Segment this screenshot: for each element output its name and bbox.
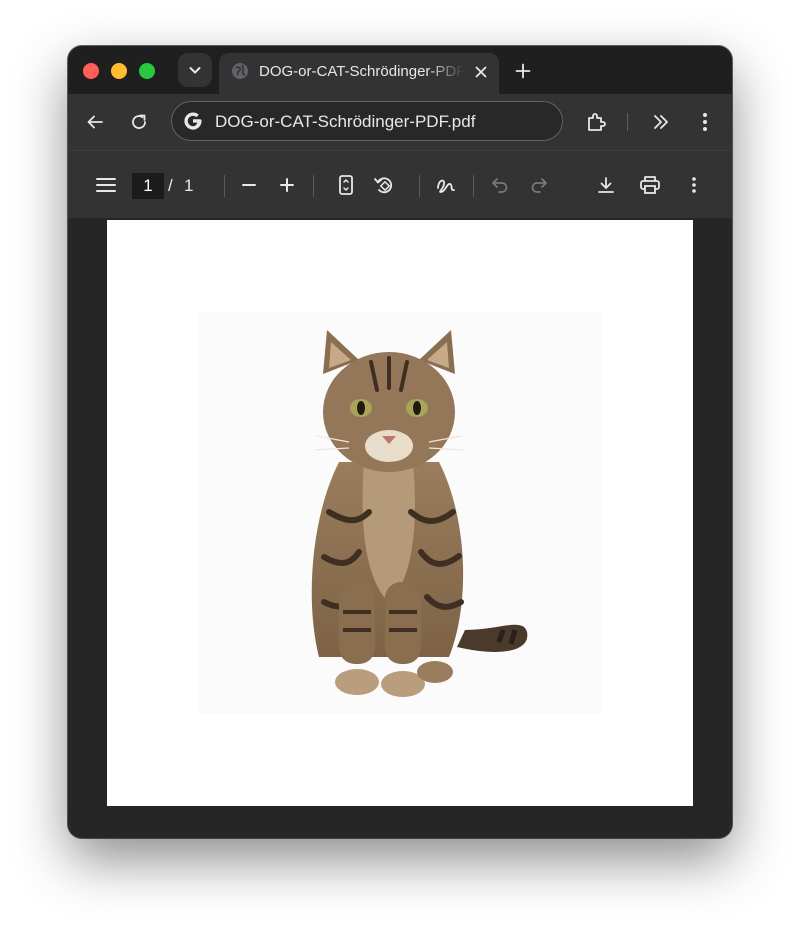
vertical-dots-icon [692, 177, 696, 193]
total-pages: 1 [184, 176, 194, 195]
chevron-down-icon [189, 67, 201, 74]
arrow-left-icon [87, 115, 103, 129]
active-tab[interactable]: DOG-or-CAT-Schrödinger-PDF.pdf [219, 53, 499, 94]
more-tools-button[interactable] [647, 108, 675, 136]
tab-close-button[interactable] [471, 62, 491, 82]
pdf-more-actions-button[interactable] [680, 171, 708, 199]
globe-icon [232, 63, 248, 79]
reload-icon [132, 114, 146, 129]
sidebar-toggle-button[interactable] [92, 171, 120, 199]
fit-to-page-button[interactable] [332, 171, 360, 199]
puzzle-icon [588, 113, 606, 131]
url-text: DOG-or-CAT-Schrödinger-PDF.pdf [215, 112, 476, 131]
address-bar[interactable]: DOG-or-CAT-Schrödinger-PDF.pdf [171, 101, 563, 141]
extensions-button[interactable] [583, 108, 611, 136]
download-button[interactable] [592, 171, 620, 199]
redo-icon [531, 178, 547, 193]
pdf-toolbar-divider [419, 175, 420, 197]
google-g-icon [182, 110, 204, 132]
rotate-button[interactable] [370, 171, 398, 199]
fit-page-icon [339, 175, 353, 195]
plus-icon [515, 63, 531, 79]
printer-icon [640, 176, 660, 194]
pdf-page [107, 220, 693, 806]
page-number-input[interactable] [132, 173, 164, 199]
pdf-toolbar-divider [473, 175, 474, 197]
undo-icon [492, 178, 508, 193]
back-button[interactable] [81, 108, 109, 136]
cat-illustration [311, 330, 528, 697]
hamburger-menu-icon [96, 178, 116, 192]
tab-search-button[interactable] [178, 53, 212, 87]
reload-button[interactable] [125, 108, 153, 136]
toolbar-divider [627, 113, 628, 131]
browser-window: DOG-or-CAT-Schrödinger-PDF.pdf [68, 46, 732, 838]
pen-scribble-icon [437, 179, 455, 193]
window-maximize-button[interactable] [139, 63, 155, 79]
minus-icon [242, 184, 256, 186]
new-tab-button[interactable] [511, 59, 535, 83]
page-separator: / [168, 176, 173, 195]
vertical-dots-icon [703, 113, 707, 131]
zoom-in-button[interactable] [273, 171, 301, 199]
window-close-button[interactable] [83, 63, 99, 79]
pdf-toolbar-divider [224, 175, 225, 197]
draw-button[interactable] [432, 171, 460, 199]
plus-icon [280, 178, 294, 192]
navigation-toolbar: DOG-or-CAT-Schrödinger-PDF.pdf [68, 94, 732, 150]
double-chevron-right-icon [654, 115, 668, 129]
undo-button[interactable] [486, 171, 514, 199]
window-minimize-button[interactable] [111, 63, 127, 79]
pdf-toolbar: / 1 [68, 150, 732, 218]
redo-button[interactable] [525, 171, 553, 199]
pdf-toolbar-divider [313, 175, 314, 197]
download-icon [598, 177, 614, 193]
tabby-cat-photo [199, 312, 601, 714]
print-button[interactable] [636, 171, 664, 199]
rotate-icon [374, 177, 393, 194]
tab-title: DOG-or-CAT-Schrödinger-PDF.pdf [259, 63, 464, 80]
zoom-out-button[interactable] [235, 171, 263, 199]
tab-strip: DOG-or-CAT-Schrödinger-PDF.pdf [68, 46, 732, 94]
close-icon [475, 66, 487, 78]
browser-menu-button[interactable] [691, 108, 719, 136]
pdf-viewport[interactable] [68, 218, 732, 838]
